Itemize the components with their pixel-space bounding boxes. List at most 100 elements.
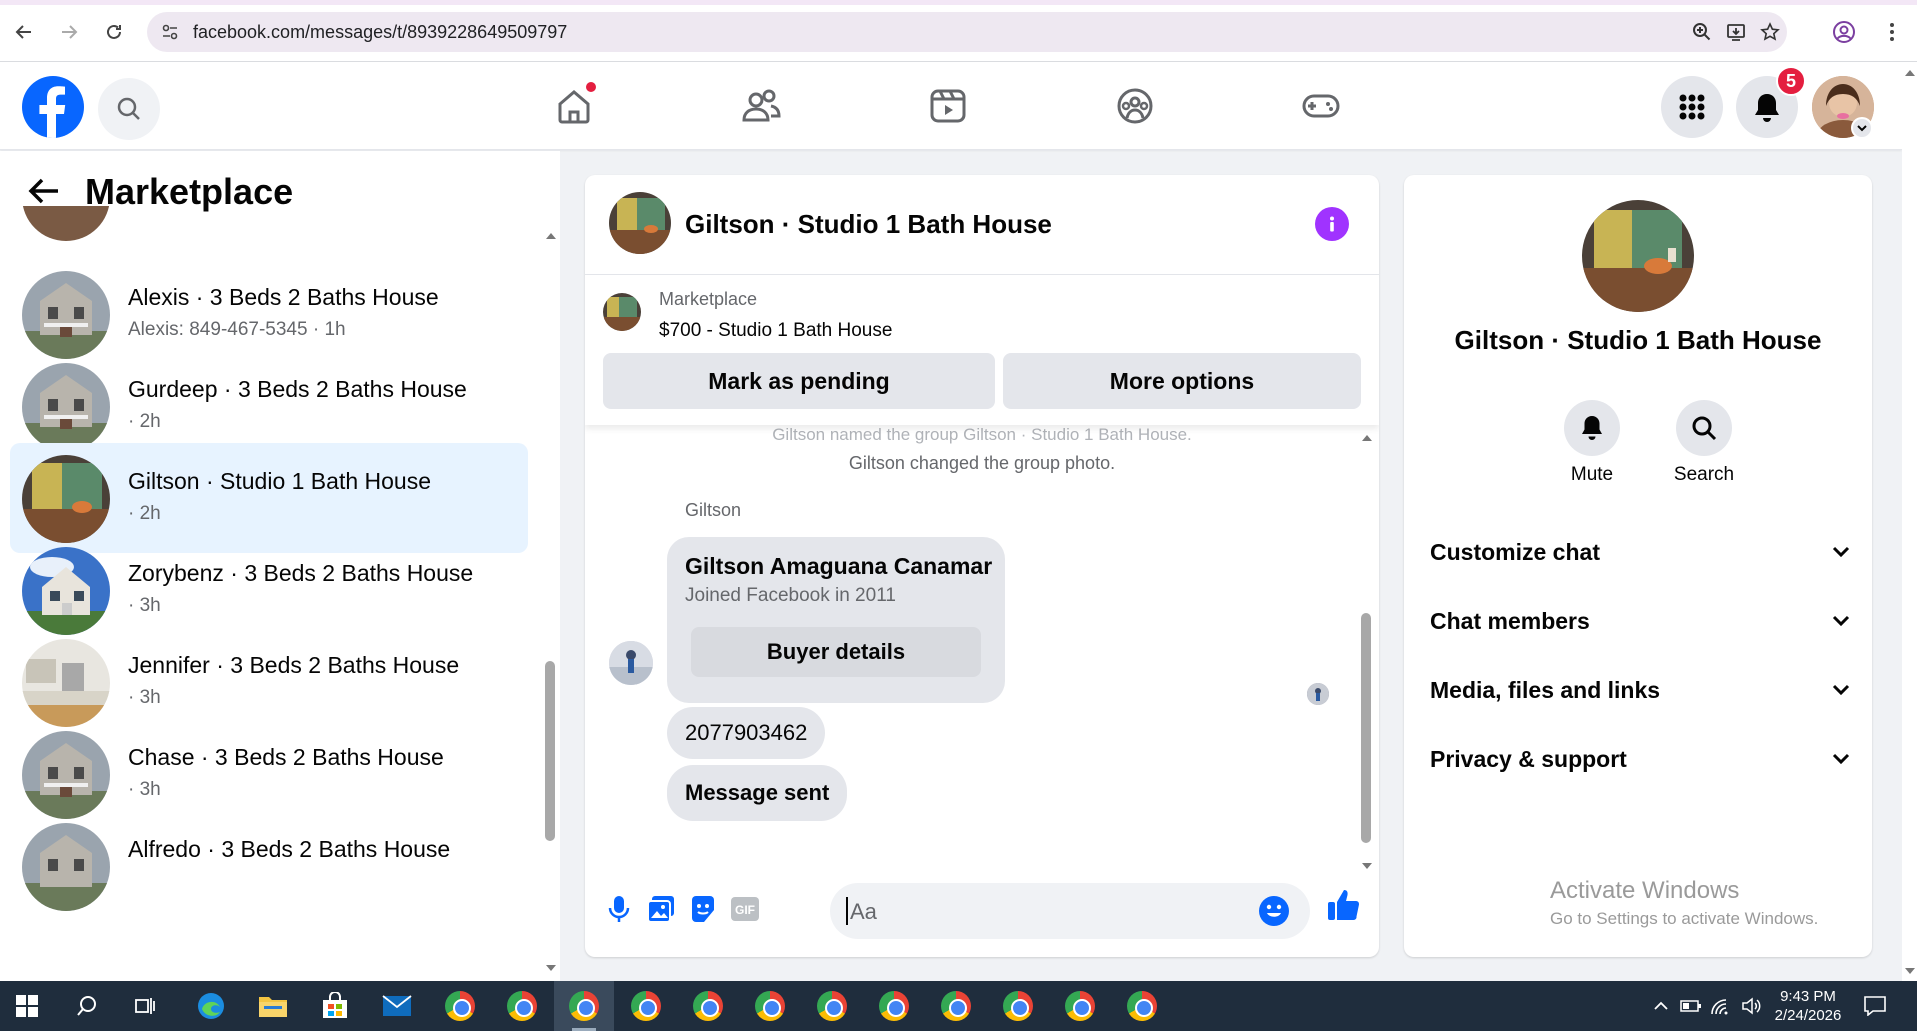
conversation-name: Alexis · 3 Beds 2 Baths House <box>128 284 439 310</box>
message-thread-scroll-thumb[interactable] <box>1361 613 1371 843</box>
media-files-links-label: Media, files and links <box>1430 676 1661 703</box>
customize-chat-row[interactable]: Customize chat <box>1430 532 1850 572</box>
sender-avatar[interactable] <box>609 641 653 685</box>
mail-icon[interactable] <box>380 989 414 1023</box>
message-composer: GIF Aa <box>585 871 1379 951</box>
home-icon[interactable] <box>550 80 598 130</box>
conversation-list-scroll-thumb[interactable] <box>545 661 555 841</box>
show-hidden-icons-chevron-icon[interactable] <box>1650 995 1672 1017</box>
reload-icon[interactable] <box>98 16 130 48</box>
chrome-profile-icon[interactable] <box>1125 989 1159 1023</box>
chat-panel: Giltson · Studio 1 Bath House Marketplac… <box>585 175 1379 957</box>
microsoft-store-icon[interactable] <box>318 989 352 1023</box>
facebook-logo-icon[interactable] <box>22 76 84 138</box>
chat-avatar[interactable] <box>609 192 671 254</box>
like-thumbs-up-icon[interactable] <box>1325 887 1361 923</box>
media-files-links-row[interactable]: Media, files and links <box>1430 670 1850 710</box>
task-view-icon[interactable] <box>128 989 162 1023</box>
back-icon[interactable] <box>8 16 40 48</box>
chat-members-row[interactable]: Chat members <box>1430 601 1850 641</box>
buyer-joined: Joined Facebook in 2011 <box>685 585 896 606</box>
conversation-name: Jennifer · 3 Beds 2 Baths House <box>128 652 460 678</box>
privacy-support-row[interactable]: Privacy & support <box>1430 739 1850 779</box>
site-settings-icon[interactable] <box>159 21 181 43</box>
chrome-profile-icon[interactable] <box>1063 989 1097 1023</box>
file-explorer-icon[interactable] <box>256 989 290 1023</box>
more-options-button[interactable]: More options <box>1003 353 1361 409</box>
browser-tab-strip <box>0 0 1917 5</box>
message-bubble[interactable]: 2077903462 <box>667 707 826 759</box>
profile-icon[interactable] <box>1828 16 1860 48</box>
activate-windows-watermark: Activate Windows Go to Settings to activ… <box>1550 877 1818 929</box>
notification-center-icon[interactable] <box>1864 995 1886 1017</box>
customize-chat-label: Customize chat <box>1430 538 1600 565</box>
mark-as-pending-button[interactable]: Mark as pending <box>603 353 995 409</box>
address-bar[interactable]: facebook.com/messages/t/8939228649509797 <box>147 12 1787 52</box>
search-icon[interactable] <box>98 78 160 140</box>
chrome-profile-icon[interactable] <box>691 989 725 1023</box>
text-cursor <box>846 897 848 925</box>
chrome-profile-icon[interactable] <box>1001 989 1035 1023</box>
chrome-profile-icon[interactable] <box>753 989 787 1023</box>
gif-icon[interactable]: GIF <box>727 891 763 927</box>
chrome-profile-icon[interactable] <box>939 989 973 1023</box>
friends-icon[interactable] <box>737 82 785 130</box>
browser-menu-icon[interactable] <box>1876 16 1908 48</box>
message-input-placeholder: Aa <box>850 899 877 924</box>
chrome-profile-icon[interactable] <box>443 989 477 1023</box>
battery-icon[interactable] <box>1680 995 1702 1017</box>
taskbar-search-icon[interactable] <box>70 989 104 1023</box>
page-title: Marketplace <box>85 171 294 212</box>
message-input[interactable]: Aa <box>830 883 1310 939</box>
conversation-thumbnail <box>22 823 110 911</box>
buyer-details-button[interactable]: Buyer details <box>691 627 981 677</box>
browser-toolbar: facebook.com/messages/t/8939228649509797 <box>0 0 1917 62</box>
search-action[interactable]: Search <box>1664 400 1744 486</box>
chrome-profile-icon[interactable] <box>567 989 601 1023</box>
mute-bell-icon[interactable] <box>1564 400 1620 456</box>
chrome-profile-icon[interactable] <box>815 989 849 1023</box>
listing-title[interactable]: $700 - Studio 1 Bath House <box>659 320 892 342</box>
info-icon[interactable] <box>1315 207 1349 241</box>
page-scrollbar[interactable] <box>1902 62 1917 981</box>
chrome-profile-icon[interactable] <box>877 989 911 1023</box>
bookmark-star-icon[interactable] <box>1759 21 1781 43</box>
chrome-profile-icon[interactable] <box>629 989 663 1023</box>
zoom-icon[interactable] <box>1691 21 1713 43</box>
groups-icon[interactable] <box>1111 82 1159 130</box>
conversation-name: Alfredo · 3 Beds 2 Baths House <box>128 836 451 862</box>
conversation-list-scrollbar[interactable] <box>545 231 557 976</box>
emoji-icon[interactable] <box>1258 895 1290 927</box>
conversation-name: Giltson · Studio 1 Bath House <box>128 468 431 494</box>
taskbar-clock[interactable]: 9:43 PM 2/24/2026 <box>1758 987 1858 1025</box>
install-app-icon[interactable] <box>1725 21 1747 43</box>
chat-info-avatar[interactable] <box>1582 200 1694 312</box>
conversation-name: Zorybenz · 3 Beds 2 Baths House <box>128 560 474 586</box>
search-in-chat-icon[interactable] <box>1676 400 1732 456</box>
gaming-icon[interactable] <box>1297 82 1345 130</box>
conversation-preview: · 3h <box>128 779 161 800</box>
facebook-header <box>0 62 1902 150</box>
chrome-profile-icon[interactable] <box>505 989 539 1023</box>
conversation-thumbnail <box>22 639 110 727</box>
windows-start-icon[interactable] <box>10 989 44 1023</box>
listing-thumbnail[interactable] <box>603 293 641 331</box>
edge-browser-icon[interactable] <box>194 989 228 1023</box>
privacy-support-label: Privacy & support <box>1430 745 1627 772</box>
photo-icon[interactable] <box>643 891 679 927</box>
menu-grid-icon[interactable] <box>1661 76 1723 138</box>
chat-title[interactable]: Giltson · Studio 1 Bath House <box>685 209 1052 240</box>
mute-action[interactable]: Mute <box>1552 400 1632 486</box>
url-text[interactable]: facebook.com/messages/t/8939228649509797 <box>193 22 567 43</box>
sticker-icon[interactable] <box>685 891 721 927</box>
video-icon[interactable] <box>924 82 972 130</box>
account-chevron-icon[interactable] <box>1851 117 1873 139</box>
wifi-icon[interactable] <box>1710 995 1732 1017</box>
message-bubble[interactable]: Message sent <box>667 765 848 821</box>
microphone-icon[interactable] <box>601 891 637 927</box>
sender-name: Giltson <box>685 500 742 520</box>
forward-icon[interactable] <box>53 16 85 48</box>
conversation-item[interactable]: Alfredo · 3 Beds 2 Baths House <box>10 811 528 921</box>
taskbar-date: 2/24/2026 <box>1774 1007 1842 1024</box>
conversation-preview: Alexis: 849-467-5345 · 1h <box>128 319 346 340</box>
